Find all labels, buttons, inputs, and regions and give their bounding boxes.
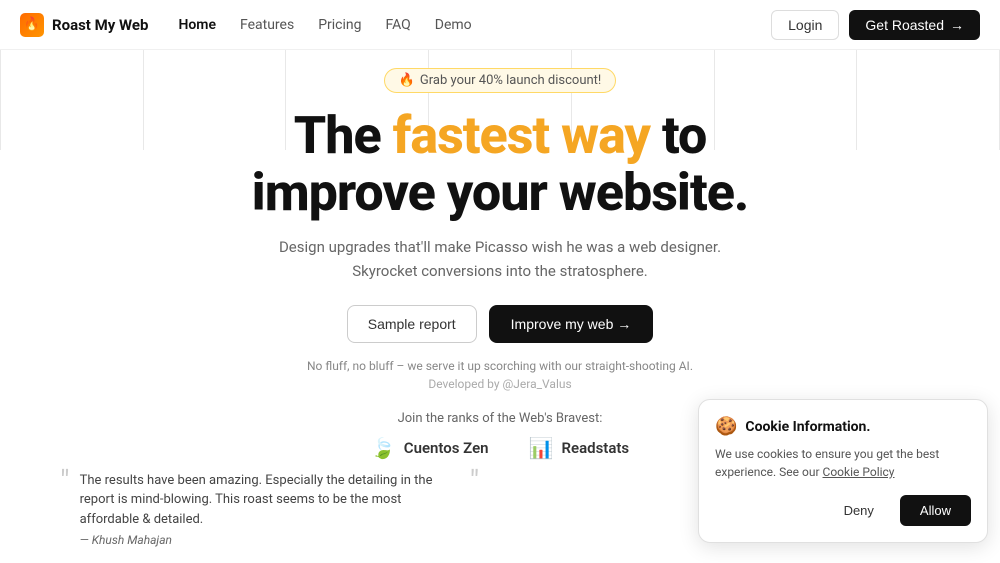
- cuentos-zen-name: Cuentos Zen: [404, 439, 489, 457]
- nav-home[interactable]: Home: [178, 17, 216, 33]
- get-roasted-label: Get Roasted: [865, 17, 944, 33]
- heading-line2: improve your website.: [252, 162, 749, 223]
- discount-badge: 🔥 Grab your 40% launch discount!: [384, 68, 617, 93]
- nav-demo[interactable]: Demo: [435, 17, 472, 33]
- heading-part2: [549, 105, 561, 166]
- sample-report-button[interactable]: Sample report: [347, 305, 477, 343]
- login-button[interactable]: Login: [771, 10, 839, 40]
- heading-part3: to: [650, 105, 706, 166]
- hero-heading: The fastest way to improve your website.: [252, 107, 749, 221]
- social-proof-label: Join the ranks of the Web's Bravest:: [398, 411, 603, 426]
- cookie-emoji: 🍪: [715, 416, 737, 437]
- logo-cuentos-zen: 🍃 Cuentos Zen: [371, 436, 489, 460]
- deny-button[interactable]: Deny: [828, 495, 890, 526]
- heading-part1: The: [294, 105, 393, 166]
- cuentos-zen-icon: 🍃: [371, 436, 396, 460]
- trust-text: No fluff, no bluff – we serve it up scor…: [307, 359, 693, 373]
- testimonial-content: The results have been amazing. Especiall…: [80, 471, 460, 548]
- cookie-title: Cookie Information.: [745, 419, 870, 435]
- heading-way: way: [561, 105, 650, 166]
- logo[interactable]: 🔥 Roast My Web: [20, 13, 148, 37]
- cookie-header: 🍪 Cookie Information.: [715, 416, 971, 437]
- logos-row: 🍃 Cuentos Zen 📊 Readstats: [371, 436, 629, 460]
- nav-pricing[interactable]: Pricing: [318, 17, 361, 33]
- testimonial-author: — Khush Mahajan: [80, 533, 460, 547]
- logo-text: Roast My Web: [52, 16, 148, 34]
- cookie-banner: 🍪 Cookie Information. We use cookies to …: [698, 399, 988, 543]
- cookie-body-text: We use cookies to ensure you get the bes…: [715, 445, 971, 481]
- readstats-icon: 📊: [529, 436, 554, 460]
- nav-links: Home Features Pricing FAQ Demo: [178, 17, 771, 33]
- get-roasted-button[interactable]: Get Roasted →: [849, 10, 980, 40]
- readstats-name: Readstats: [561, 439, 629, 457]
- cookie-actions: Deny Allow: [715, 495, 971, 526]
- nav-features[interactable]: Features: [240, 17, 294, 33]
- badge-text: Grab your 40% launch discount!: [420, 73, 601, 88]
- heading-fastest: fastest: [393, 105, 550, 166]
- subtitle-line1: Design upgrades that'll make Picasso wis…: [279, 235, 721, 259]
- allow-button[interactable]: Allow: [900, 495, 971, 526]
- arrow-icon: →: [950, 17, 964, 33]
- nav-faq[interactable]: FAQ: [386, 17, 411, 33]
- nav-actions: Login Get Roasted →: [771, 10, 980, 40]
- improve-web-button[interactable]: Improve my web →: [489, 305, 654, 343]
- subtitle-line2: Skyrocket conversions into the stratosph…: [279, 259, 721, 283]
- badge-icon: 🔥: [399, 73, 415, 88]
- logo-readstats: 📊 Readstats: [529, 436, 630, 460]
- hero-subtitle: Design upgrades that'll make Picasso wis…: [279, 235, 721, 283]
- cta-buttons: Sample report Improve my web →: [347, 305, 654, 343]
- cookie-policy-link[interactable]: Cookie Policy: [823, 465, 895, 479]
- developed-by-text: Developed by @Jera_Valus: [428, 377, 571, 391]
- logo-icon: 🔥: [20, 13, 44, 37]
- navbar: 🔥 Roast My Web Home Features Pricing FAQ…: [0, 0, 1000, 50]
